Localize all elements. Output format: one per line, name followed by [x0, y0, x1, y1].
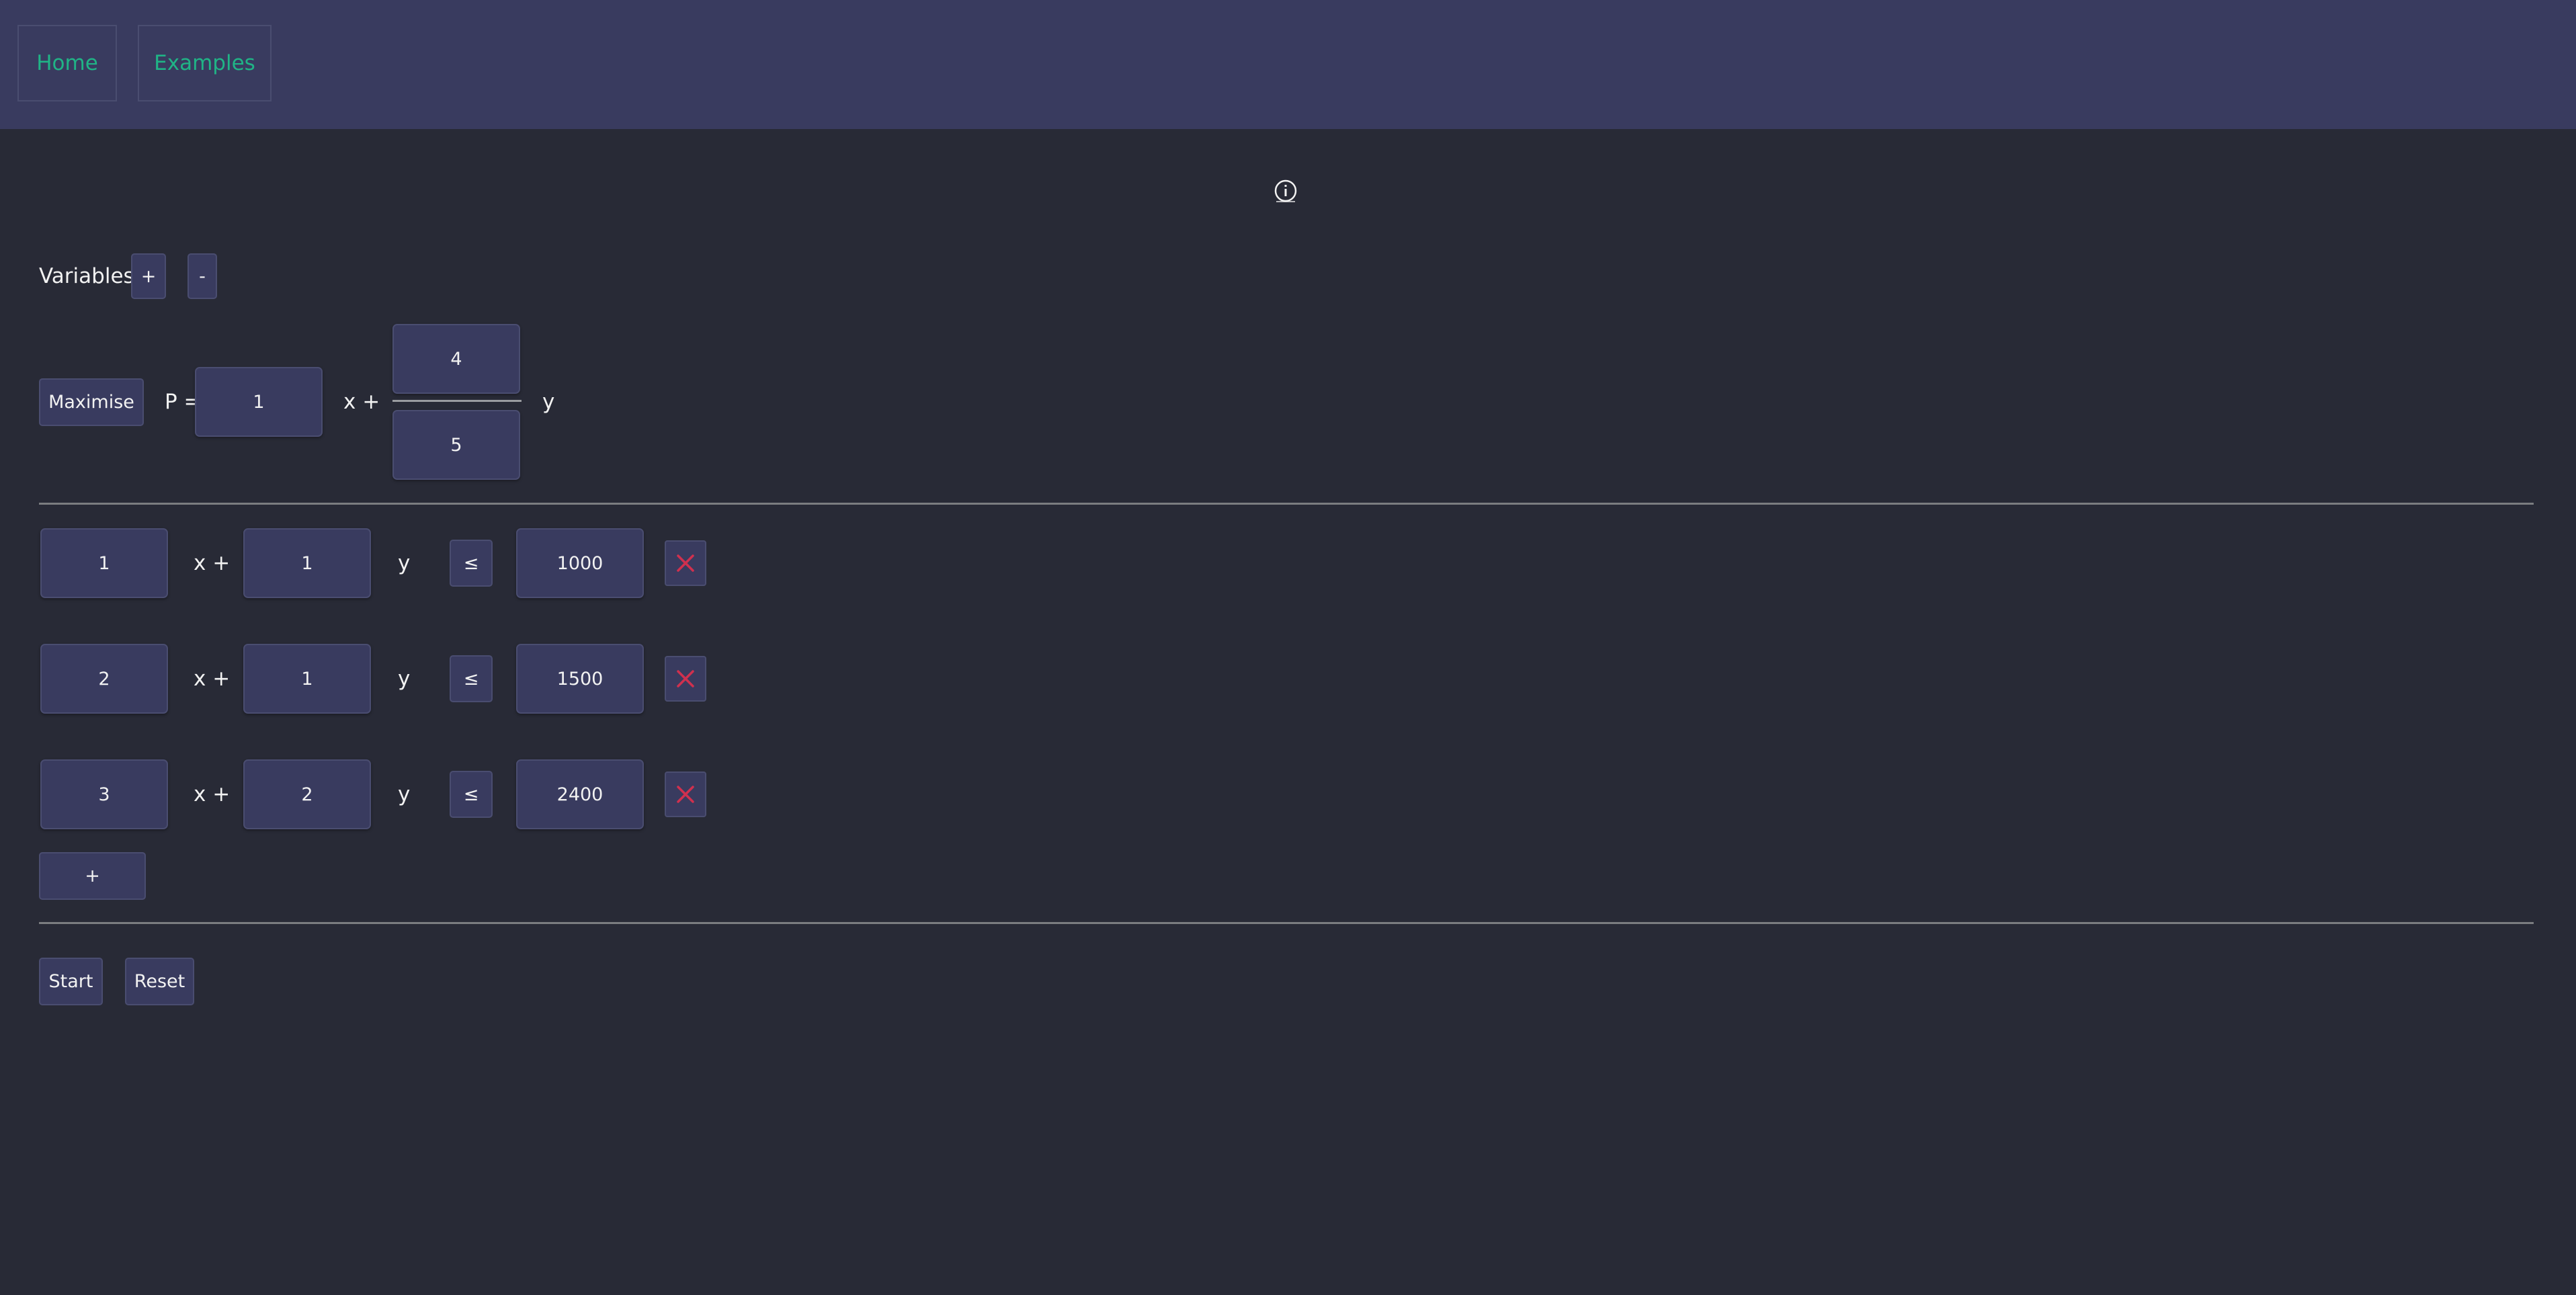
divider-top	[39, 503, 2534, 505]
objective-x-label: x +	[343, 390, 380, 414]
top-navbar: Home Examples	[0, 0, 2576, 129]
close-x-icon	[677, 786, 694, 803]
constraint-relation-button[interactable]: ≤	[450, 540, 493, 587]
constraint-y-label: y	[398, 782, 411, 806]
fraction-bar	[392, 400, 522, 402]
remove-variable-button[interactable]: -	[188, 253, 217, 299]
constraint-rhs-input[interactable]: 1000	[516, 528, 644, 598]
objective-y-numerator-input[interactable]: 4	[392, 324, 520, 394]
constraint-rhs-input[interactable]: 2400	[516, 759, 644, 829]
constraint-x-coefficient-input[interactable]: 3	[40, 759, 168, 829]
close-x-icon	[677, 670, 694, 687]
delete-constraint-button[interactable]	[665, 540, 706, 586]
objective-y-denominator-input[interactable]: 5	[392, 410, 520, 480]
constraint-y-coefficient-input[interactable]: 1	[243, 528, 371, 598]
delete-constraint-button[interactable]	[665, 771, 706, 817]
start-button[interactable]: Start	[39, 958, 103, 1005]
close-x-icon	[677, 554, 694, 572]
add-constraint-button[interactable]: +	[39, 852, 146, 900]
add-variable-button[interactable]: +	[131, 253, 166, 299]
constraint-relation-button[interactable]: ≤	[450, 771, 493, 818]
variables-label: Variables:	[39, 264, 142, 288]
constraint-x-label: x +	[194, 551, 231, 575]
objective-x-coefficient-input[interactable]: 1	[195, 367, 323, 437]
divider-bottom	[39, 922, 2534, 924]
constraint-rhs-input[interactable]: 1500	[516, 644, 644, 714]
constraint-relation-button[interactable]: ≤	[450, 655, 493, 702]
objective-y-label: y	[542, 390, 555, 414]
constraint-y-coefficient-input[interactable]: 1	[243, 644, 371, 714]
constraint-y-label: y	[398, 667, 411, 691]
delete-constraint-button[interactable]	[665, 656, 706, 702]
nav-examples-link[interactable]: Examples	[138, 25, 272, 101]
info-icon[interactable]	[1274, 179, 1298, 203]
constraint-x-label: x +	[194, 782, 231, 806]
maximise-toggle-button[interactable]: Maximise	[39, 378, 144, 426]
constraint-y-coefficient-input[interactable]: 2	[243, 759, 371, 829]
constraint-y-label: y	[398, 551, 411, 575]
constraint-x-label: x +	[194, 667, 231, 691]
constraint-x-coefficient-input[interactable]: 1	[40, 528, 168, 598]
constraint-x-coefficient-input[interactable]: 2	[40, 644, 168, 714]
nav-home-link[interactable]: Home	[17, 25, 117, 101]
reset-button[interactable]: Reset	[125, 958, 194, 1005]
